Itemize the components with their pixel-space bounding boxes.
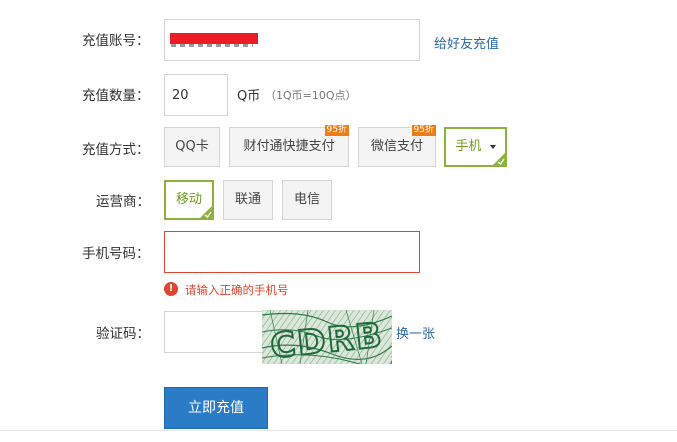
method-tenpay[interactable]: 财付通快捷支付 95折 xyxy=(229,125,349,167)
captcha-image[interactable]: CDRB xyxy=(262,310,392,364)
method-qq-card-label: QQ卡 xyxy=(175,139,209,154)
selected-check-icon xyxy=(492,152,506,166)
phone-label: 手机号码： xyxy=(82,246,150,262)
submit-button[interactable]: 立即充值 xyxy=(164,387,268,429)
quantity-unit: Q币 xyxy=(237,89,261,104)
carrier-unicom[interactable]: 联通 xyxy=(223,180,273,220)
method-phone-label: 手机 xyxy=(455,139,482,154)
captcha-label: 验证码： xyxy=(96,326,150,342)
carrier-label: 运营商： xyxy=(96,194,150,210)
phone-error-text: 请输入正确的手机号 xyxy=(185,283,289,297)
gift-friend-link[interactable]: 给好友充值 xyxy=(434,33,499,52)
captcha-input[interactable] xyxy=(164,311,264,353)
redaction-residue xyxy=(171,44,253,47)
caret-down-icon xyxy=(489,144,496,149)
method-tenpay-label: 财付通快捷支付 xyxy=(243,139,335,154)
carrier-unicom-label: 联通 xyxy=(234,192,261,207)
bottom-divider xyxy=(0,430,677,431)
error-icon: ! xyxy=(164,282,178,296)
quantity-input[interactable]: 20 xyxy=(164,74,228,116)
quantity-value: 20 xyxy=(172,88,189,103)
discount-badge: 95折 xyxy=(411,125,436,136)
discount-badge: 95折 xyxy=(324,125,349,136)
quantity-rate-note: （1Q币=10Q点） xyxy=(265,89,357,102)
method-wechat[interactable]: 微信支付 95折 xyxy=(358,125,436,167)
payment-method-label: 充值方式： xyxy=(82,142,150,158)
quantity-label: 充值数量： xyxy=(82,88,150,104)
method-phone[interactable]: 手机 xyxy=(444,127,507,167)
selected-check-icon xyxy=(199,205,213,219)
carrier-mobile[interactable]: 移动 xyxy=(164,180,214,220)
method-qq-card[interactable]: QQ卡 xyxy=(164,127,220,167)
method-wechat-label: 微信支付 xyxy=(370,139,423,154)
account-label: 充值账号： xyxy=(82,33,150,49)
captcha-refresh-link[interactable]: 换一张 xyxy=(396,323,435,342)
account-input[interactable] xyxy=(164,19,420,61)
redaction-bar xyxy=(170,33,258,44)
carrier-telecom[interactable]: 电信 xyxy=(282,180,332,220)
carrier-telecom-label: 电信 xyxy=(293,192,320,207)
phone-input[interactable] xyxy=(164,231,420,273)
submit-label: 立即充值 xyxy=(188,400,244,416)
